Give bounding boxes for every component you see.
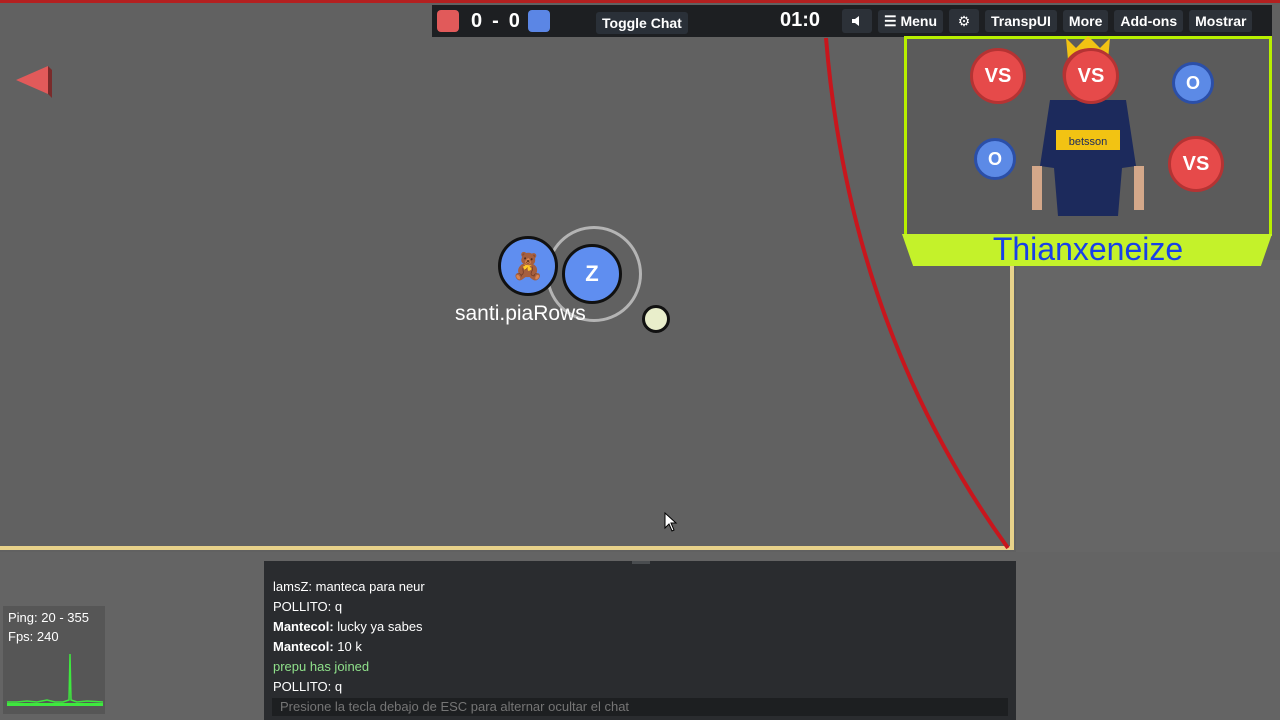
chat-resize-grip[interactable] bbox=[632, 561, 650, 564]
chat-author: Mantecol: bbox=[273, 619, 334, 634]
vs-badge: VS bbox=[970, 48, 1026, 104]
chat-message: lamsZ: manteca para neur bbox=[273, 579, 425, 594]
more-button[interactable]: More bbox=[1062, 10, 1109, 32]
blue-team-indicator bbox=[527, 10, 550, 32]
volume-button[interactable] bbox=[842, 9, 872, 33]
fps-label: Fps: 240 bbox=[8, 629, 59, 644]
jersey-text: betsson bbox=[1069, 136, 1108, 148]
toggle-chat-button[interactable]: Toggle Chat bbox=[596, 12, 688, 34]
match-timer: 01:0 bbox=[780, 9, 821, 31]
menu-button[interactable]: ☰ Menu bbox=[878, 9, 943, 33]
back-arrow-icon[interactable] bbox=[14, 64, 54, 100]
blue-score: 0 bbox=[508, 9, 520, 32]
red-team-indicator bbox=[437, 10, 459, 32]
chat-input[interactable] bbox=[272, 698, 1008, 716]
chat-text: lucky ya sabes bbox=[333, 619, 423, 634]
chat-message: POLLITO: q bbox=[273, 679, 343, 694]
top-red-line bbox=[0, 0, 1280, 3]
stats-panel: Ping: 20 - 355 Fps: 240 bbox=[3, 606, 105, 714]
addons-button[interactable]: Add-ons bbox=[1114, 10, 1184, 32]
top-bar: 0 - 0 Toggle Chat 01:0 ☰ Menu ⚙ TranspUI… bbox=[432, 5, 1272, 37]
player-z: Z bbox=[562, 244, 622, 304]
vs-badge: VS bbox=[1063, 48, 1119, 104]
top-right-buttons: ☰ Menu ⚙ TranspUI More Add-ons Mostrar bbox=[836, 5, 1253, 37]
chat-text: 10 k bbox=[333, 639, 362, 654]
fps-graph bbox=[7, 653, 103, 706]
settings-button[interactable]: ⚙ bbox=[949, 9, 979, 33]
player-name-label: santi.piaRows bbox=[455, 302, 586, 325]
o-badge: O bbox=[1172, 62, 1214, 104]
mouse-cursor-icon bbox=[664, 512, 678, 532]
gear-icon: ⚙ bbox=[957, 12, 971, 29]
speaker-icon bbox=[852, 16, 859, 26]
transpui-button[interactable]: TranspUI bbox=[985, 10, 1057, 32]
o-badge: O bbox=[974, 138, 1016, 180]
vs-badge: VS bbox=[1168, 136, 1224, 192]
chat-messages: lamsZ: manteca para neur POLLITO: q Mant… bbox=[273, 577, 425, 697]
chat-message: Mantecol: 10 k bbox=[273, 637, 425, 657]
score-separator: - bbox=[492, 9, 499, 32]
streamer-name: Thianxeneize bbox=[992, 231, 1184, 267]
player-bear: 🧸 bbox=[498, 236, 558, 296]
chat-message: Mantecol: lucky ya sabes bbox=[273, 617, 425, 637]
mostrar-button[interactable]: Mostrar bbox=[1189, 10, 1253, 32]
chat-panel: lamsZ: manteca para neur POLLITO: q Mant… bbox=[264, 561, 1016, 720]
field-boundary-right bbox=[1010, 262, 1014, 550]
ping-label: Ping: 20 - 355 bbox=[8, 610, 89, 625]
streamer-overlay: betsson VS VS O O VS Thianxeneize bbox=[902, 36, 1272, 267]
red-score: 0 bbox=[471, 9, 483, 32]
field-boundary-bottom bbox=[0, 546, 1013, 550]
chat-author: Mantecol: bbox=[273, 639, 334, 654]
chat-join-message: prepu has joined bbox=[273, 659, 370, 674]
chat-message: POLLITO: q bbox=[273, 599, 343, 614]
ball bbox=[642, 305, 670, 333]
